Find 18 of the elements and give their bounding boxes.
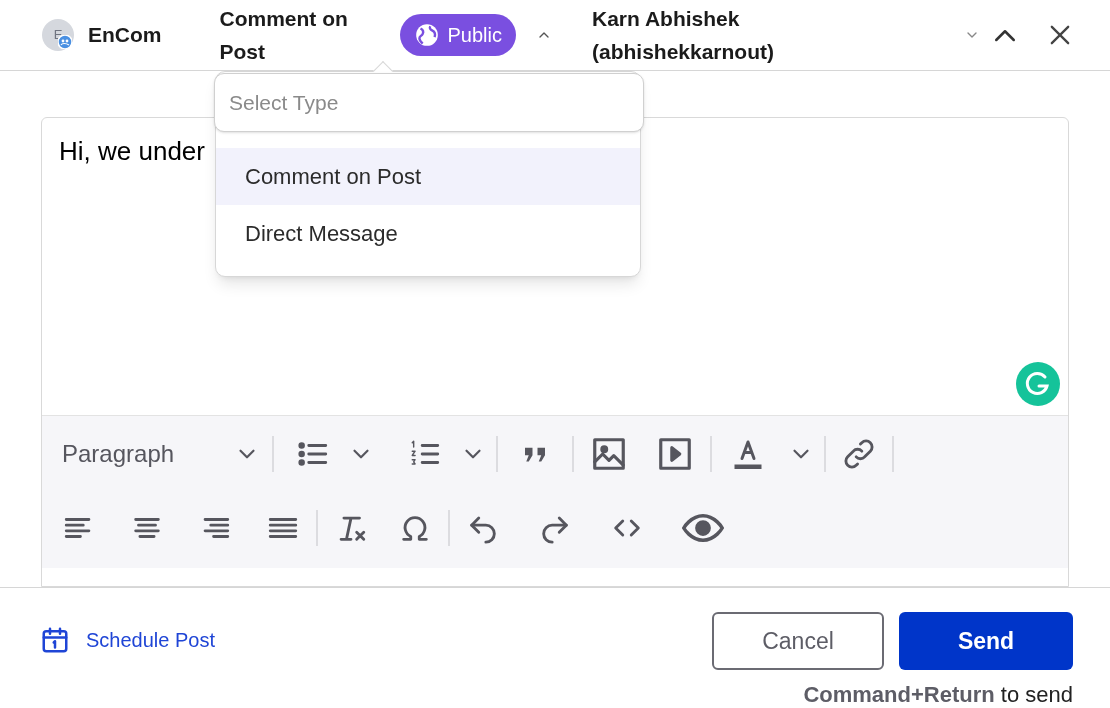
message-text[interactable]: Hi, we under [59,136,205,166]
format-select[interactable]: Paragraph [62,436,272,472]
cancel-button[interactable]: Cancel [712,612,884,670]
send-button[interactable]: Send [899,612,1073,670]
schedule-post-link[interactable]: Schedule Post [40,612,215,668]
reply-type-dropdown[interactable]: Comment on Post [219,2,380,68]
type-search-field[interactable]: Select Type [214,73,644,132]
calendar-icon [40,625,70,655]
image-icon[interactable] [590,435,628,473]
video-icon[interactable] [656,435,694,473]
visibility-badge[interactable]: Public [399,14,516,56]
globe-icon [413,22,440,48]
account-name: EnCom [88,22,162,49]
type-option[interactable]: Comment on Post [216,148,640,205]
type-option[interactable]: Direct Message [216,205,640,262]
recipient-name: Karn Abhishek (abhishekkarnout) [592,6,775,65]
link-icon[interactable] [842,437,876,471]
keyboard-shortcut-hint: Command+Return to send [803,681,1073,708]
